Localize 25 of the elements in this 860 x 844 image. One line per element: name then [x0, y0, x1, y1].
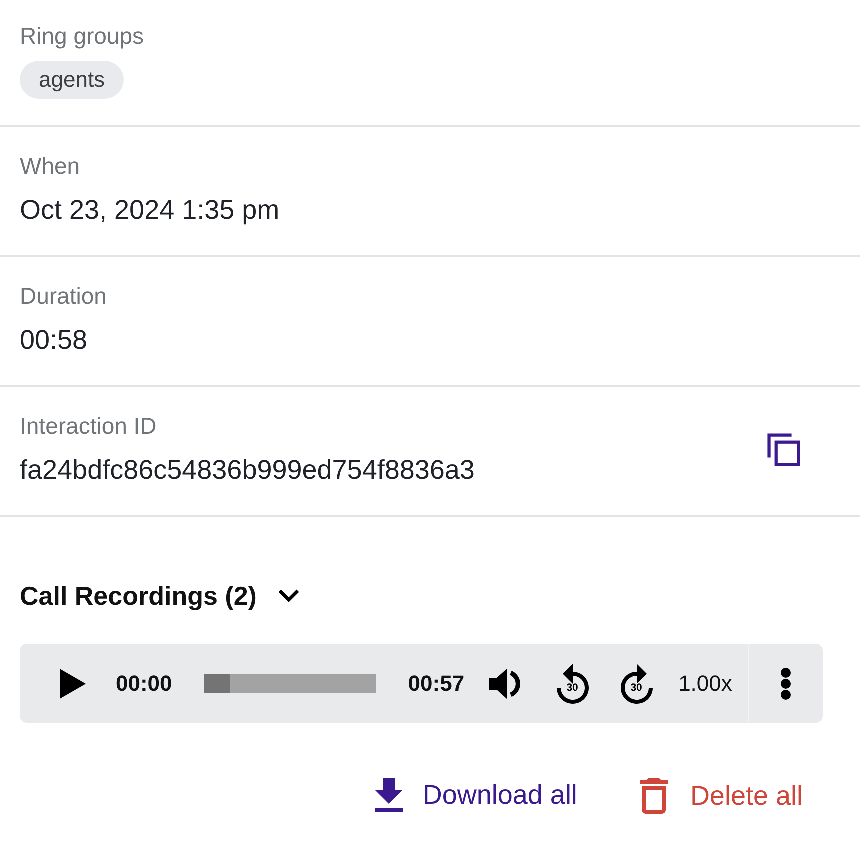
forward-arrow-icon	[620, 664, 653, 704]
playback-speed-button[interactable]: 1.00x	[678, 670, 732, 696]
more-vertical-icon	[781, 668, 791, 700]
field-value: fa24bdfc86c54836b999ed754f8836a3	[20, 454, 475, 487]
download-all-button[interactable]: Download all	[362, 770, 590, 820]
download-icon	[374, 778, 403, 812]
field-label: When	[20, 152, 80, 181]
chevron-down-icon[interactable]	[278, 589, 300, 603]
progress-track[interactable]	[204, 674, 376, 693]
field-value: Oct 23, 2024 1:35 pm	[20, 194, 280, 227]
field-label: Ring groups	[20, 22, 144, 51]
total-time: 00:57	[408, 670, 465, 696]
field-label: Duration	[20, 282, 107, 311]
current-time: 00:00	[116, 670, 172, 696]
section-heading: Call Recordings (2)	[20, 580, 257, 613]
trash-icon	[640, 778, 668, 814]
copy-icon	[767, 432, 801, 466]
delete-all-button[interactable]: Delete all	[628, 770, 815, 822]
field-label: Interaction ID	[20, 412, 157, 441]
skip-forward-button[interactable]: 30	[620, 664, 653, 704]
field-value: 00:58	[20, 324, 88, 357]
skip-back-button[interactable]: 30	[556, 664, 589, 704]
group-tag: agents	[20, 61, 124, 99]
rewind-arrow-icon	[556, 664, 589, 704]
play-icon	[60, 668, 86, 698]
